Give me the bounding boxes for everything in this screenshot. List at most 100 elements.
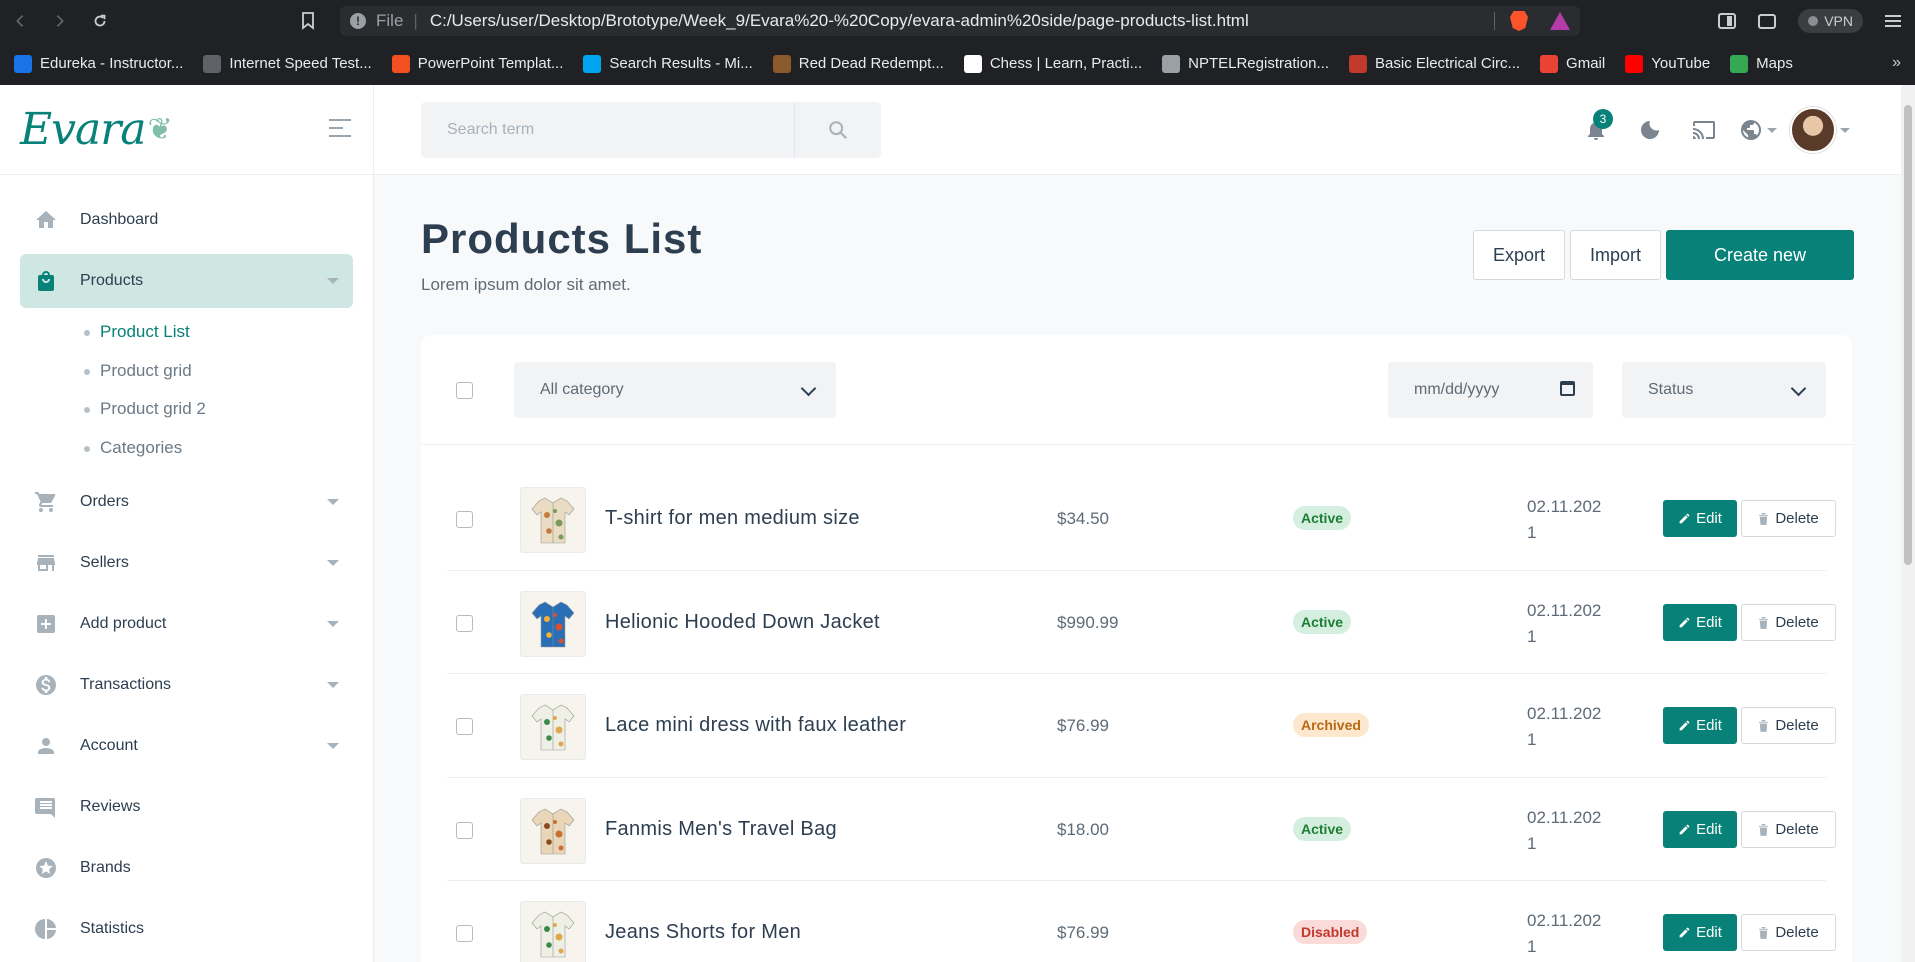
language-button[interactable] xyxy=(1731,103,1785,157)
delete-button[interactable]: Delete xyxy=(1741,914,1836,951)
sidebar-item-sellers[interactable]: Sellers xyxy=(20,536,353,590)
user-menu-button[interactable] xyxy=(1785,103,1855,157)
edit-button[interactable]: Edit xyxy=(1663,707,1737,744)
sidebar-toggle-icon[interactable] xyxy=(1718,13,1737,29)
delete-button[interactable]: Delete xyxy=(1741,707,1836,744)
submenu-item[interactable]: Product List xyxy=(84,313,353,352)
chevron-down-icon[interactable] xyxy=(327,278,339,284)
chevron-down-icon[interactable] xyxy=(327,560,339,566)
more-bookmarks-icon[interactable]: » xyxy=(1892,54,1901,72)
bookmark-icon[interactable] xyxy=(290,0,326,42)
bookmark-item[interactable]: Internet Speed Test... xyxy=(203,54,372,73)
dark-mode-button[interactable] xyxy=(1623,103,1677,157)
row-checkbox[interactable] xyxy=(456,821,473,839)
select-all-checkbox[interactable] xyxy=(456,382,473,399)
sidebar-item-brands[interactable]: Brands xyxy=(20,841,353,895)
back-icon[interactable] xyxy=(0,0,40,42)
submenu-item[interactable]: Product grid 2 xyxy=(84,390,353,429)
product-thumbnail[interactable] xyxy=(520,901,586,962)
fullscreen-button[interactable] xyxy=(1677,103,1731,157)
bookmark-item[interactable]: YouTube xyxy=(1625,54,1711,73)
edit-button[interactable]: Edit xyxy=(1663,914,1737,951)
sidebar-item-reviews[interactable]: Reviews xyxy=(20,780,353,834)
brave-shield-icon[interactable] xyxy=(1510,11,1528,31)
bookmark-item[interactable]: Search Results - Mi... xyxy=(583,54,753,73)
product-name[interactable]: T-shirt for men medium size xyxy=(605,507,860,530)
avatar xyxy=(1790,107,1836,153)
bookmark-item[interactable]: Maps xyxy=(1730,54,1793,73)
star-icon xyxy=(34,856,58,880)
submenu-item[interactable]: Product grid xyxy=(84,352,353,391)
sidebar-item-dashboard[interactable]: Dashboard xyxy=(20,193,353,247)
chevron-down-icon[interactable] xyxy=(327,743,339,749)
row-checkbox[interactable] xyxy=(456,511,473,528)
sidebar-item-account[interactable]: Account xyxy=(20,719,353,773)
row-checkbox[interactable] xyxy=(456,614,473,632)
sidebar-item-label: Orders xyxy=(80,493,129,510)
file-label: File xyxy=(376,11,404,30)
bookmark-item[interactable]: Basic Electrical Circ... xyxy=(1349,54,1520,73)
bookmark-item[interactable]: NPTELRegistration... xyxy=(1162,54,1330,73)
bookmark-label: NPTELRegistration... xyxy=(1188,55,1330,72)
scrollbar-thumb[interactable] xyxy=(1904,105,1912,565)
product-name[interactable]: Helionic Hooded Down Jacket xyxy=(605,611,880,634)
wallet-icon[interactable] xyxy=(1758,13,1777,29)
delete-button[interactable]: Delete xyxy=(1741,603,1836,641)
product-name[interactable]: Lace mini dress with faux leather xyxy=(605,714,906,737)
bookmark-item[interactable]: Red Dead Redempt... xyxy=(772,54,944,73)
sidebar-item-orders[interactable]: Orders xyxy=(20,475,353,529)
bookmark-item[interactable]: Edureka - Instructor... xyxy=(14,54,183,73)
sidebar-item-add-product[interactable]: Add product xyxy=(20,597,353,651)
product-price: $18.00 xyxy=(1057,819,1109,839)
create-new-button[interactable]: Create new xyxy=(1666,230,1854,280)
product-thumbnail[interactable] xyxy=(520,694,586,760)
product-thumbnail[interactable] xyxy=(520,487,586,553)
row-checkbox[interactable] xyxy=(456,718,473,735)
status-select[interactable]: Status xyxy=(1622,362,1826,418)
notifications-button[interactable]: 3 xyxy=(1569,103,1623,157)
vpn-button[interactable]: VPN xyxy=(1798,9,1863,33)
bookmark-item[interactable]: Chess | Learn, Practi... xyxy=(963,54,1143,73)
forward-icon[interactable] xyxy=(40,0,80,42)
export-button[interactable]: Export xyxy=(1472,230,1565,280)
bookmark-item[interactable]: Gmail xyxy=(1540,54,1605,73)
sidebar-item-statistics[interactable]: Statistics xyxy=(20,902,353,956)
bookmark-item[interactable]: PowerPoint Templat... xyxy=(391,54,563,73)
page-scrollbar[interactable] xyxy=(1901,85,1915,962)
import-button[interactable]: Import xyxy=(1569,230,1661,280)
info-icon[interactable]: ! xyxy=(350,13,366,29)
chevron-down-icon[interactable] xyxy=(327,621,339,627)
calendar-icon[interactable] xyxy=(1560,381,1575,396)
sidebar-item-products[interactable]: Products xyxy=(20,254,353,308)
row-checkbox[interactable] xyxy=(456,925,473,942)
evara-logo[interactable]: Evara xyxy=(20,104,146,155)
sidebar-collapse-icon[interactable] xyxy=(329,119,351,137)
date-input[interactable]: mm/dd/yyyy xyxy=(1388,362,1593,418)
product-thumbnail[interactable] xyxy=(520,797,586,864)
edit-button[interactable]: Edit xyxy=(1663,810,1737,848)
trash-icon xyxy=(1759,616,1769,629)
product-thumbnail[interactable] xyxy=(520,590,586,657)
product-name[interactable]: Jeans Shorts for Men xyxy=(605,921,801,944)
sidebar-item-transactions[interactable]: Transactions xyxy=(20,658,353,712)
brave-rewards-icon[interactable] xyxy=(1550,12,1570,30)
bookmark-label: Chess | Learn, Practi... xyxy=(989,55,1143,72)
submenu-item[interactable]: Categories xyxy=(84,429,353,468)
table-row: Helionic Hooded Down Jacket $990.99 Active… xyxy=(447,571,1836,674)
delete-button[interactable]: Delete xyxy=(1741,500,1836,537)
search-button[interactable] xyxy=(794,102,881,158)
edit-button[interactable]: Edit xyxy=(1663,500,1737,537)
browser-menu-icon[interactable] xyxy=(1885,15,1901,27)
edit-button[interactable]: Edit xyxy=(1663,603,1737,641)
browser-toolbar: ! File | C:/Users/user/Desktop/Brototype… xyxy=(0,0,1915,42)
reload-icon[interactable] xyxy=(80,0,120,42)
delete-button[interactable]: Delete xyxy=(1741,810,1836,848)
product-name[interactable]: Fanmis Men's Travel Bag xyxy=(605,818,837,841)
search-input[interactable] xyxy=(421,102,794,158)
chevron-down-icon[interactable] xyxy=(327,682,339,688)
bookmark-label: YouTube xyxy=(1651,55,1711,72)
address-bar[interactable]: ! File | C:/Users/user/Desktop/Brototype… xyxy=(340,6,1580,36)
chevron-down-icon[interactable] xyxy=(327,499,339,505)
url-text[interactable]: C:/Users/user/Desktop/Brototype/Week_9/E… xyxy=(430,11,1249,31)
category-select[interactable]: All category xyxy=(514,362,836,418)
